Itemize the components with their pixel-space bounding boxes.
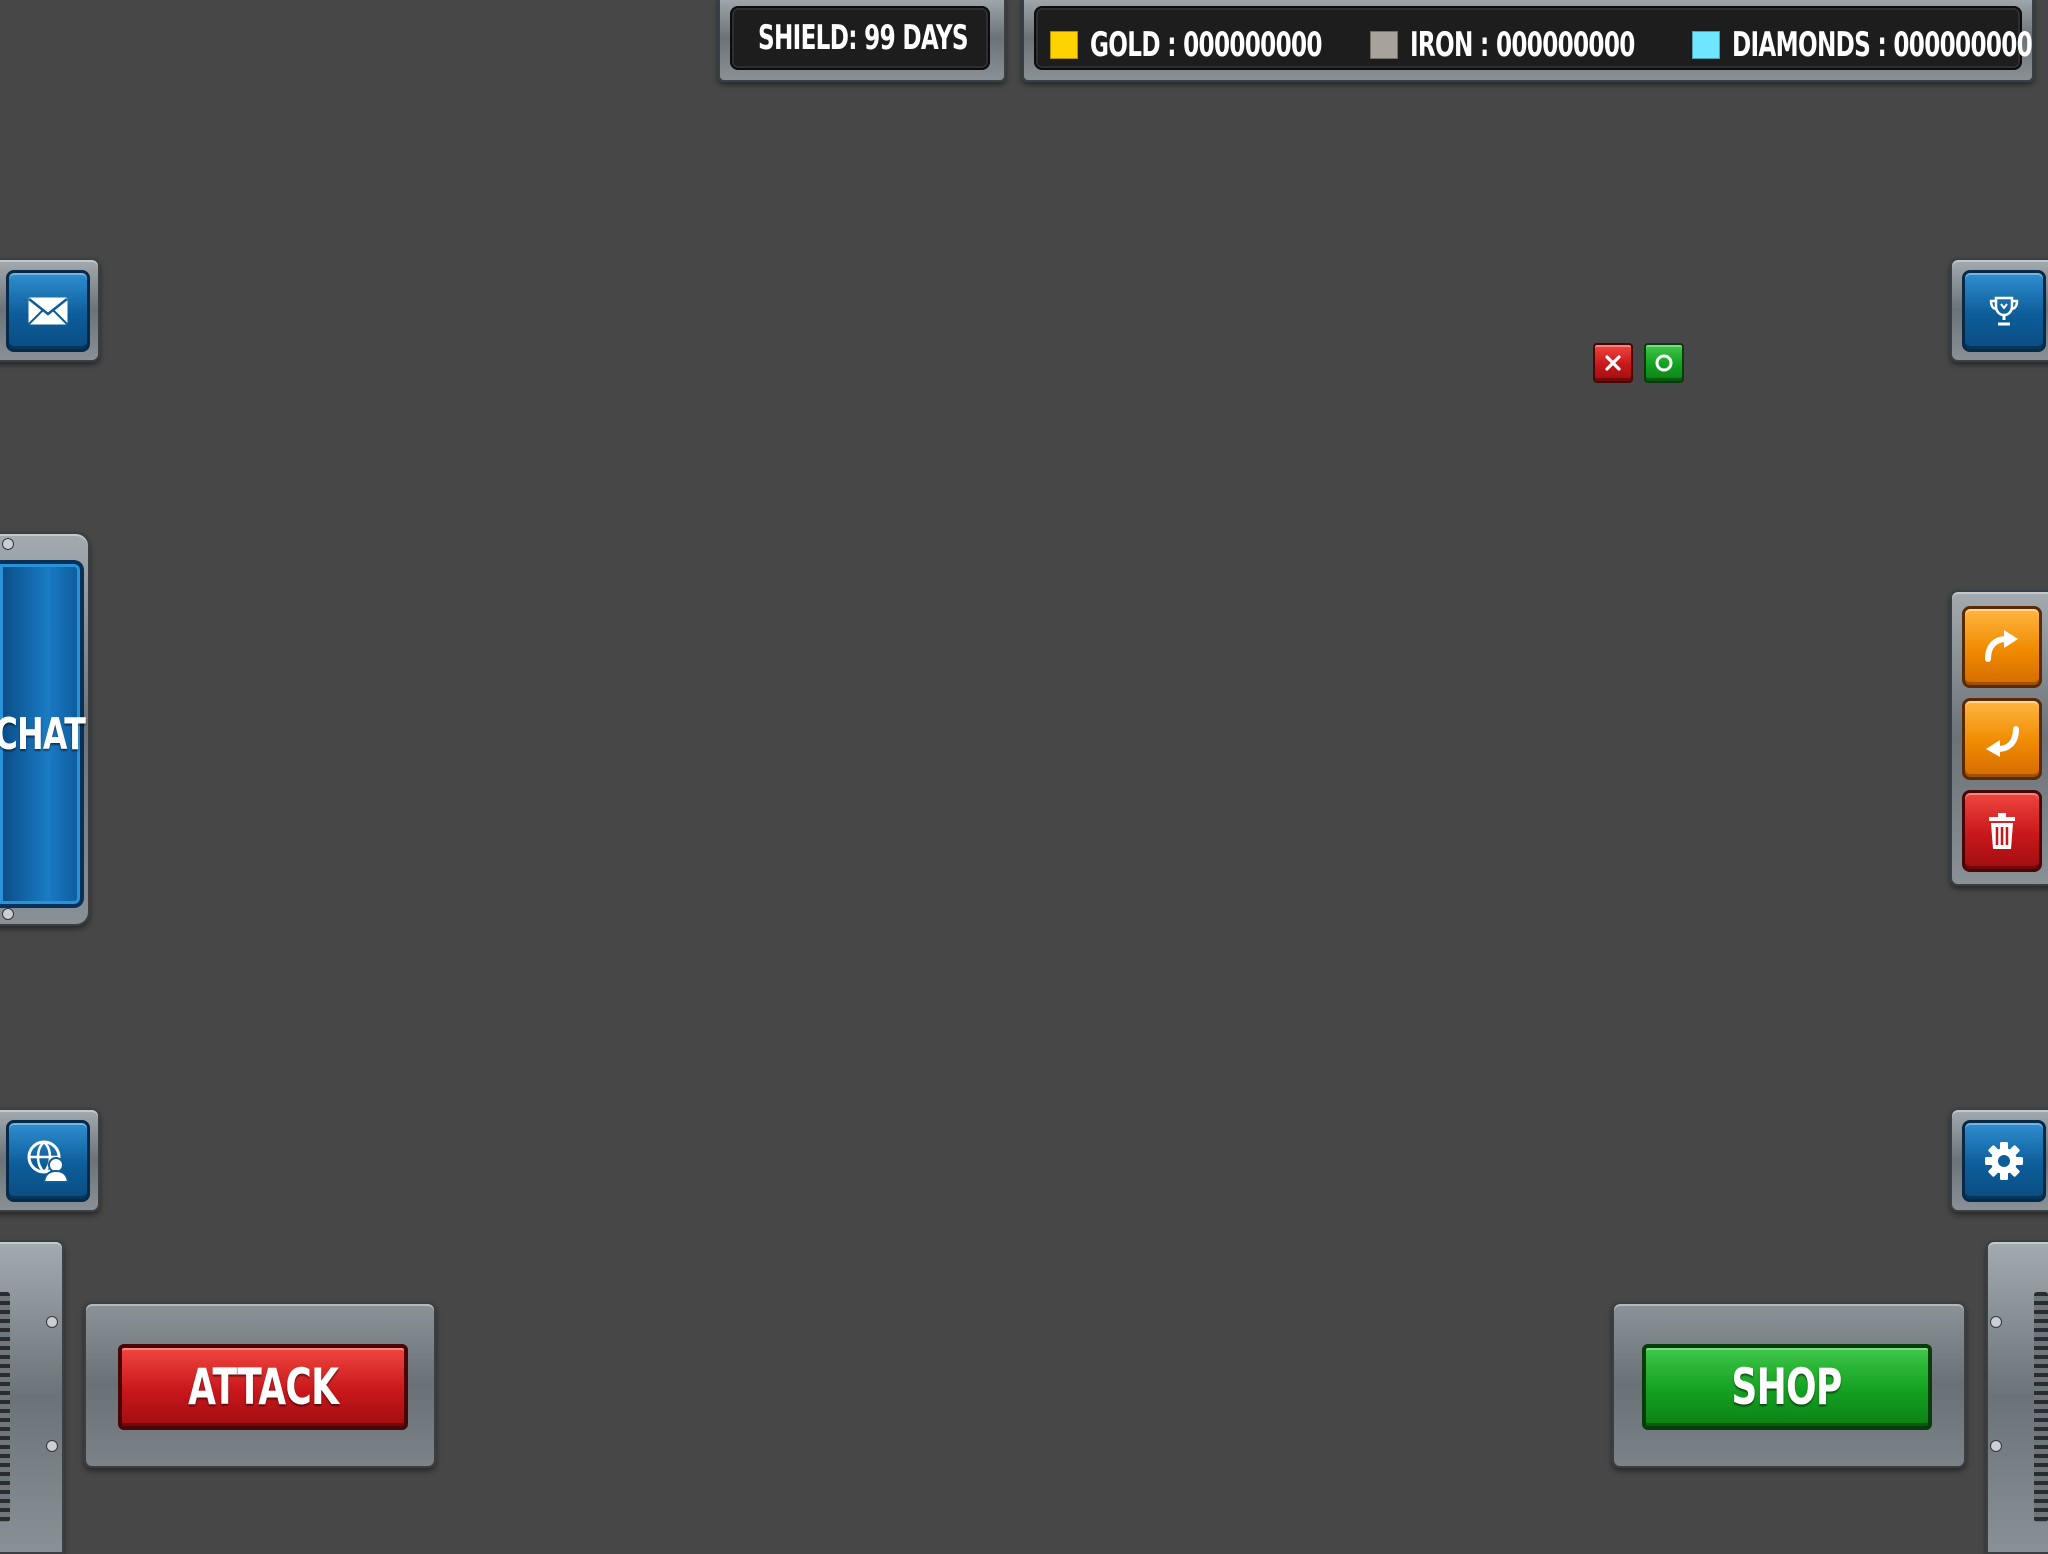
- attack-button[interactable]: ATTACK: [118, 1344, 408, 1430]
- iron-count: IRON : 000000000: [1410, 25, 1635, 65]
- left-pillar-screw-2: [46, 1440, 58, 1452]
- left-pillar-screw-1: [46, 1316, 58, 1328]
- shield-panel: SHIELD: 99 DAYS: [730, 6, 990, 70]
- iron-swatch: [1370, 31, 1398, 59]
- redo-icon: [1985, 630, 2018, 662]
- confirm-circle-icon: [1655, 354, 1673, 372]
- trophy-icon: [1989, 296, 2019, 326]
- right-pillar-screw-1: [1990, 1316, 2002, 1328]
- resources-panel: GOLD : 000000000 IRON : 000000000 DIAMON…: [1034, 6, 2033, 70]
- world-button[interactable]: [6, 1120, 90, 1202]
- globe-user-icon: [27, 1140, 70, 1183]
- mail-button[interactable]: [6, 270, 90, 352]
- cancel-placement-button[interactable]: [1593, 343, 1633, 383]
- gold-swatch: [1050, 31, 1078, 59]
- diamonds-swatch: [1692, 31, 1720, 59]
- attack-label: ATTACK: [187, 1358, 339, 1416]
- confirm-placement-button[interactable]: [1644, 343, 1684, 383]
- undo-button[interactable]: [1962, 698, 2042, 780]
- iron-resource: IRON : 000000000: [1370, 25, 1740, 65]
- trash-icon: [1989, 813, 2015, 849]
- close-icon: [1605, 355, 1621, 371]
- shop-button[interactable]: SHOP: [1642, 1344, 1932, 1430]
- chat-screw-bottom: [2, 908, 14, 920]
- diamonds-count: DIAMONDS : 000000000: [1732, 25, 2033, 65]
- shield-days-text: SHIELD: 99 DAYS: [758, 18, 969, 58]
- chat-screw-top: [2, 538, 14, 550]
- undo-icon: [1986, 726, 2019, 757]
- chat-tab[interactable]: CHAT: [0, 560, 86, 908]
- gold-count: GOLD : 000000000: [1090, 25, 1322, 65]
- settings-button[interactable]: [1962, 1120, 2046, 1202]
- diamonds-resource: DIAMONDS : 000000000: [1692, 25, 2048, 65]
- trophy-button[interactable]: [1962, 270, 2046, 352]
- chat-label: CHAT: [0, 708, 86, 760]
- right-pillar-grill: [2034, 1292, 2048, 1522]
- mail-icon: [28, 297, 68, 325]
- gear-icon: [1985, 1142, 2023, 1180]
- left-pillar-grill: [0, 1292, 10, 1522]
- shop-label: SHOP: [1731, 1358, 1843, 1416]
- right-pillar-screw-2: [1990, 1440, 2002, 1452]
- redo-button[interactable]: [1962, 606, 2042, 688]
- delete-button[interactable]: [1962, 790, 2042, 872]
